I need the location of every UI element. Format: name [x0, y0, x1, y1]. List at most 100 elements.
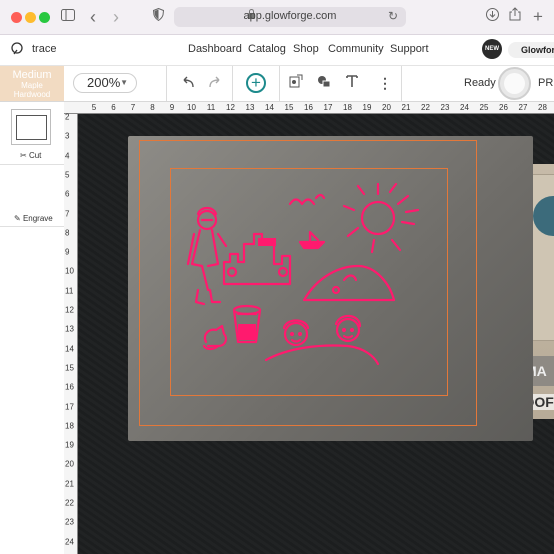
- ruler-top-label: 9: [169, 103, 175, 112]
- ruler-top-label: 13: [245, 103, 255, 112]
- app-header: trace Dashboard Catalog Shop Community S…: [0, 35, 554, 66]
- shield-icon[interactable]: [152, 7, 165, 27]
- bird: [314, 193, 326, 200]
- material-name-line1: Maple: [21, 81, 43, 90]
- cut-step[interactable]: ✂ Cut: [20, 151, 41, 160]
- ruler-left-label: 8: [65, 228, 70, 238]
- toolbar-divider: [166, 66, 167, 101]
- ruler-left-label: 4: [65, 151, 70, 161]
- ruler-left-label: 14: [65, 344, 74, 354]
- redo-icon[interactable]: [208, 73, 222, 93]
- nav-support[interactable]: Support: [390, 43, 429, 55]
- zoom-value: 200%: [87, 75, 121, 90]
- new-badge[interactable]: NEW: [482, 39, 502, 59]
- back-icon[interactable]: ‹: [90, 7, 96, 27]
- ruler-left-label: 11: [65, 286, 74, 296]
- ruler-top-label: 19: [362, 103, 372, 112]
- ruler-left-label: 13: [65, 324, 74, 334]
- ruler-top-label: 11: [206, 103, 216, 112]
- ruler-left-label: 19: [65, 440, 74, 450]
- design-thumbnail[interactable]: [11, 109, 51, 145]
- user-menu[interactable]: Glowforge: [508, 42, 554, 58]
- ruler-top-label: 10: [187, 103, 196, 112]
- ruler-top-label: 26: [499, 103, 508, 112]
- forward-icon[interactable]: ›: [113, 7, 119, 27]
- zoom-dropdown[interactable]: 200% ▼: [73, 73, 137, 93]
- ruler-top-label: 22: [421, 103, 430, 112]
- scissors-icon: ✂: [20, 151, 27, 160]
- more-icon[interactable]: ⋮: [378, 73, 392, 93]
- engrave-artwork[interactable]: [78, 114, 554, 554]
- ruler-top-label: 20: [382, 103, 391, 112]
- fullscreen-window-button[interactable]: [39, 12, 50, 23]
- download-icon[interactable]: [486, 7, 499, 27]
- ruler-left-label: 16: [65, 382, 74, 392]
- cat: [203, 324, 228, 348]
- minimize-window-button[interactable]: [25, 12, 36, 23]
- machine-status: Ready: [464, 77, 496, 89]
- ruler-left-label: 17: [65, 402, 74, 411]
- ruler-left-label: 5: [65, 170, 70, 180]
- ruler-top-label: 7: [130, 103, 136, 112]
- ruler-top-label: 21: [401, 103, 411, 112]
- ruler-left-label: 7: [65, 209, 70, 218]
- nav-catalog[interactable]: Catalog: [248, 43, 286, 55]
- sand-hill: [302, 264, 396, 302]
- ruler-top-label: 16: [304, 103, 313, 112]
- ruler-top-label: 8: [150, 103, 155, 112]
- ruler-top-label: 18: [343, 103, 352, 112]
- trace-icon[interactable]: [289, 73, 303, 93]
- ruler-top-label: 24: [460, 103, 469, 112]
- ruler-left-label: 9: [65, 247, 70, 257]
- document-title[interactable]: trace: [32, 43, 56, 55]
- ruler-left-label: 24: [65, 537, 74, 547]
- sand-line: [264, 344, 380, 366]
- bird: [288, 198, 316, 206]
- nav-dashboard[interactable]: Dashboard: [188, 43, 242, 55]
- undo-icon[interactable]: [181, 73, 195, 93]
- bed-canvas[interactable]: MA PROOF: [78, 114, 554, 554]
- step-divider: [0, 226, 64, 227]
- chevron-down-icon: ▼: [120, 78, 128, 87]
- ruler-top-label: 6: [111, 103, 116, 112]
- sidebar-icon[interactable]: [61, 7, 75, 27]
- text-icon[interactable]: [346, 73, 358, 93]
- ruler-top-label: 12: [226, 103, 235, 112]
- nav-community[interactable]: Community: [328, 43, 384, 55]
- pencil-icon: ✎: [14, 214, 21, 223]
- print-button[interactable]: [498, 67, 531, 100]
- ruler-left: 2 3 4 5 6 7 8 9 10 11 12 13 14 15 16 17 18 19 20 21 22 23 24: [64, 113, 78, 554]
- ruler-left-label: 6: [65, 189, 70, 199]
- girl-body: [190, 228, 220, 292]
- nav-shop[interactable]: Shop: [293, 43, 319, 55]
- ruler-left-label: 12: [65, 305, 74, 315]
- ruler-left-label: 20: [65, 459, 74, 469]
- cut-step-label: Cut: [28, 151, 42, 160]
- reload-icon[interactable]: ↻: [388, 9, 398, 23]
- ruler-left-label: 21: [65, 479, 74, 489]
- new-tab-icon[interactable]: +: [533, 7, 543, 27]
- share-icon[interactable]: [509, 7, 521, 27]
- browser-toolbar: ‹ › app.glowforge.com ↻ +: [0, 0, 554, 35]
- sun: [360, 200, 396, 236]
- ruler-left-label: 3: [65, 131, 70, 141]
- ruler-left-label: 22: [65, 498, 74, 508]
- shapes-icon[interactable]: [317, 73, 331, 93]
- material-name-line2: Hardwood: [13, 90, 51, 99]
- ruler-left-label: 18: [65, 421, 74, 431]
- address-bar[interactable]: app.glowforge.com ↻: [174, 7, 406, 27]
- print-label: PRI: [538, 77, 554, 89]
- close-window-button[interactable]: [11, 12, 22, 23]
- add-icon[interactable]: +: [246, 73, 266, 93]
- toolbar-divider: [279, 66, 280, 101]
- boat: [298, 240, 326, 250]
- toolbar-divider: [232, 66, 233, 101]
- ruler-left-label: 23: [65, 517, 74, 527]
- ruler-top-label: 28: [538, 103, 547, 112]
- material-selector[interactable]: Medium Maple Hardwood: [0, 66, 64, 101]
- ruler-top: 5 6 7 8 9 10 11 12 13 14 15 16 17 18 19 20 21 22 23 24 25 26 2…: [64, 102, 554, 114]
- ruler-top-label: 14: [265, 103, 274, 112]
- engrave-step[interactable]: ✎ Engrave: [14, 214, 53, 223]
- glowforge-logo-icon[interactable]: [10, 42, 24, 56]
- engrave-step-label: Engrave: [22, 214, 53, 223]
